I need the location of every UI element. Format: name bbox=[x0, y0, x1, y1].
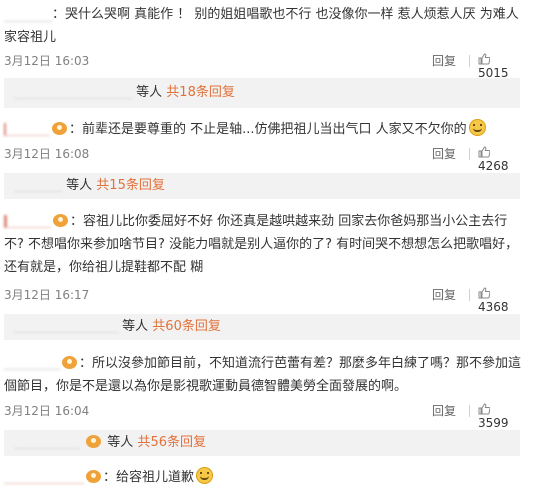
smile-emoji-icon bbox=[196, 467, 214, 484]
comment-text: 所以沒參加節目前，不知道流行芭蕾有差？那麼多年白練了嗎？那不參加這個節目，你是不… bbox=[4, 356, 522, 394]
reply-thread-count[interactable]: 共60条回复 bbox=[152, 319, 221, 334]
reply-button[interactable]: 回复 bbox=[432, 402, 456, 419]
smile-emoji-icon bbox=[468, 119, 486, 136]
comment-username[interactable] bbox=[4, 123, 50, 136]
reply-thread-suffix: 等人 bbox=[107, 435, 134, 450]
reply-thread[interactable]: 等人 共15条回复 bbox=[4, 173, 520, 199]
comment-body: ：容祖儿比你委屈好不好 你还真是越哄越来劲 回家去你爸妈那当小公主去行不? 不想… bbox=[4, 214, 519, 275]
comment-body: ：前辈还是要尊重的 不止是轴...仿佛把祖儿当出气口 人家又不欠你的 bbox=[4, 118, 524, 141]
comment-text: 给容祖儿道歉 bbox=[116, 470, 195, 485]
comment-body: ：所以沒參加節目前，不知道流行芭蕾有差？那麼多年白練了嗎？那不參加這個節目，你是… bbox=[4, 356, 522, 394]
reply-thread[interactable]: 等人 共56条回复 bbox=[4, 430, 520, 456]
comment-text: 前辈还是要尊重的 不止是轴...仿佛把祖儿当出气口 人家又不欠你的 bbox=[82, 122, 467, 137]
like-button[interactable]: 5015 bbox=[478, 52, 524, 80]
comment-meta: 3月12日 16:04 回复 3599 bbox=[4, 402, 524, 430]
meta-divider bbox=[469, 55, 470, 67]
thumbs-up-icon bbox=[478, 287, 490, 299]
reply-thread-count[interactable]: 共18条回复 bbox=[166, 85, 235, 100]
comment-meta: 3月12日 16:08 回复 4268 bbox=[4, 145, 524, 173]
fan-badge-icon bbox=[53, 214, 68, 227]
thumbs-up-icon bbox=[478, 146, 490, 158]
comment-username[interactable] bbox=[4, 215, 51, 228]
reply-thread-suffix: 等人 bbox=[66, 178, 93, 193]
comment-date: 3月12日 16:08 bbox=[4, 147, 90, 161]
reply-thread-count[interactable]: 共56条回复 bbox=[137, 435, 206, 450]
reply-thread[interactable]: 等人 共60条回复 bbox=[4, 314, 520, 340]
comment-date: 3月12日 16:03 bbox=[4, 54, 90, 68]
meta-divider bbox=[469, 289, 470, 301]
comment-date: 3月12日 16:17 bbox=[4, 288, 90, 302]
reply-thread-suffix: 等人 bbox=[122, 319, 149, 334]
reply-thread-count[interactable]: 共15条回复 bbox=[96, 178, 165, 193]
comment-body: ：哭什么哭啊 真能作 ！ 别的姐姐唱歌也不行 也没像你一样 惹人烦惹人厌 为难人… bbox=[4, 7, 519, 45]
reply-thread[interactable]: 等人 共18条回复 bbox=[4, 78, 520, 108]
reply-thread-suffix: 等人 bbox=[136, 85, 163, 100]
like-count: 3599 bbox=[478, 416, 509, 430]
comment-username[interactable] bbox=[4, 7, 52, 22]
reply-thread-users[interactable] bbox=[14, 86, 132, 99]
like-count: 4268 bbox=[478, 159, 509, 173]
meta-divider bbox=[469, 148, 470, 160]
comment-username[interactable] bbox=[4, 471, 84, 484]
reply-thread-users[interactable] bbox=[14, 320, 118, 333]
like-button[interactable]: 4368 bbox=[478, 286, 524, 314]
like-button[interactable]: 4268 bbox=[478, 145, 524, 173]
comment-text: 哭什么哭啊 真能作 ！ 别的姐姐唱歌也不行 也没像你一样 惹人烦惹人厌 为难人家… bbox=[4, 7, 519, 45]
reply-button[interactable]: 回复 bbox=[432, 286, 456, 303]
meta-divider bbox=[469, 405, 470, 417]
like-count: 4368 bbox=[478, 300, 509, 314]
fan-badge-icon bbox=[52, 122, 67, 135]
comment-meta: 3月12日 16:17 回复 4368 bbox=[4, 286, 524, 314]
comment-username[interactable] bbox=[4, 357, 60, 370]
like-button[interactable]: 3599 bbox=[478, 402, 524, 430]
fan-badge-icon bbox=[62, 356, 77, 369]
reply-button[interactable]: 回复 bbox=[432, 52, 456, 69]
comment-date: 3月12日 16:04 bbox=[4, 404, 90, 418]
reply-thread-users[interactable] bbox=[14, 179, 62, 192]
thumbs-up-icon bbox=[478, 53, 490, 65]
fan-badge-icon bbox=[86, 435, 102, 448]
reply-thread-users[interactable] bbox=[14, 436, 80, 449]
comment-text: 容祖儿比你委屈好不好 你还真是越哄越来劲 回家去你爸妈那当小公主去行不? 不想唱… bbox=[4, 214, 519, 275]
reply-button[interactable]: 回复 bbox=[432, 145, 456, 162]
comment-meta: 3月12日 16:03 回复 5015 bbox=[4, 52, 524, 80]
fan-badge-icon bbox=[86, 470, 101, 483]
thumbs-up-icon bbox=[478, 403, 490, 415]
comment-body: ：给容祖儿道歉 bbox=[4, 466, 524, 489]
